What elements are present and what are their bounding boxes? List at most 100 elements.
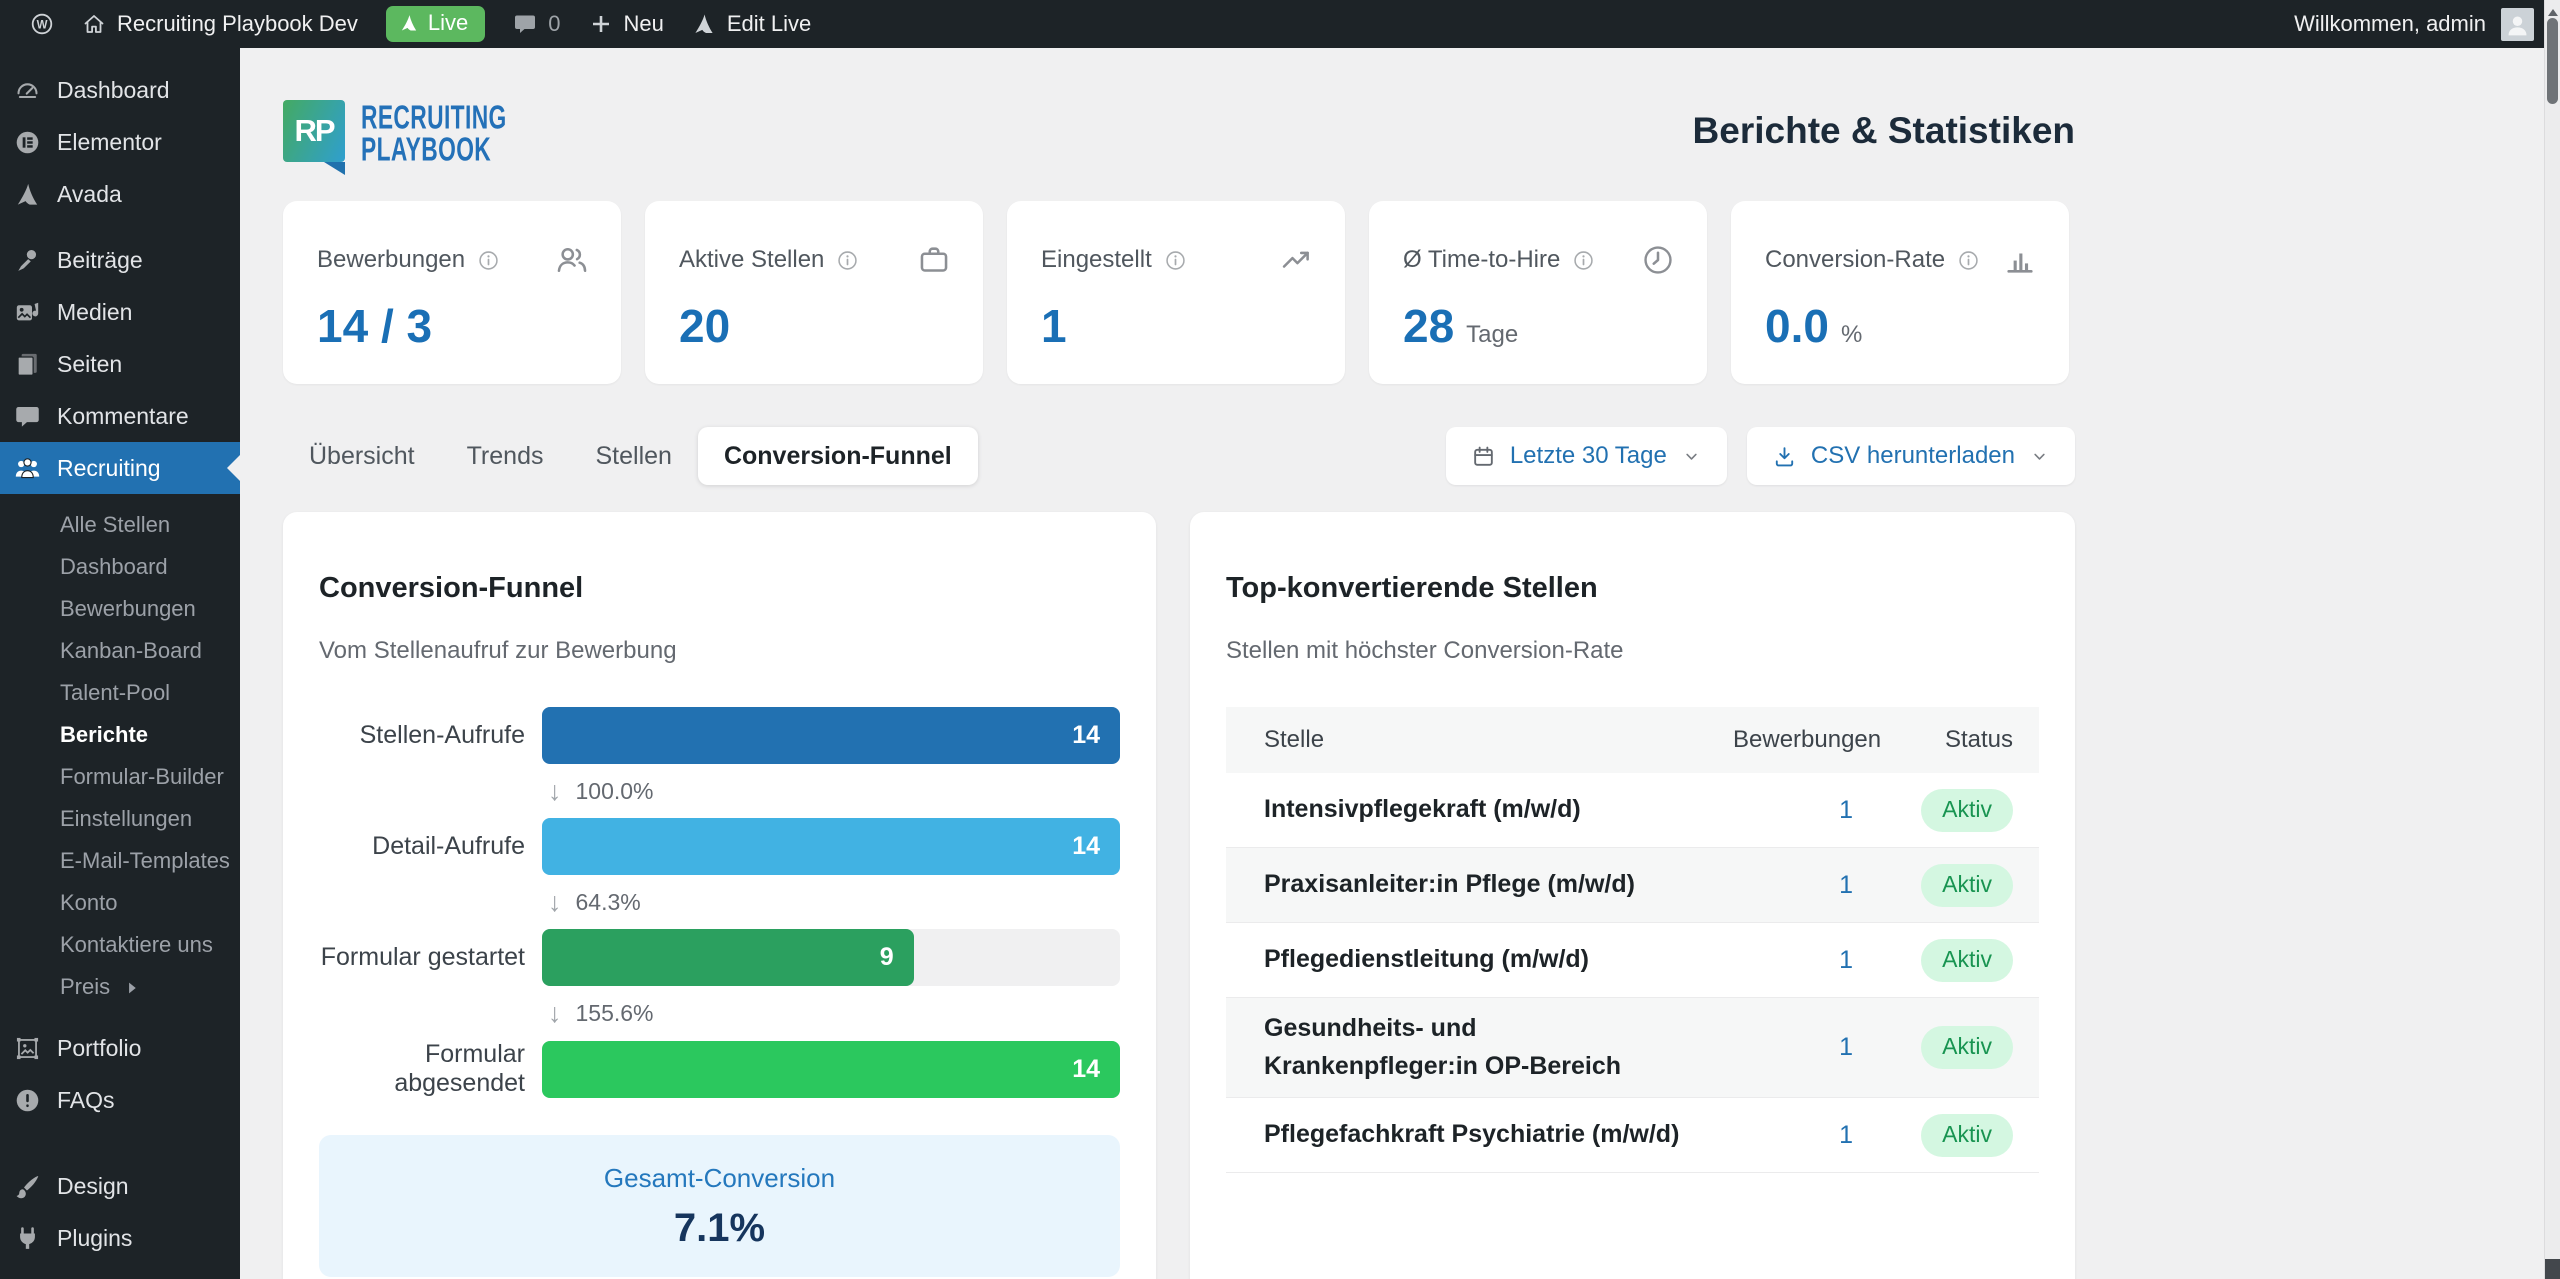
admin-bar-item-0[interactable]: 0 xyxy=(499,0,574,48)
browser-scrollbar[interactable] xyxy=(2544,0,2560,1279)
submenu-item-label: E-Mail-Templates xyxy=(60,848,230,874)
applications-count: 1 xyxy=(1733,1033,1853,1062)
info-icon[interactable] xyxy=(1164,249,1187,272)
toolbar: ÜbersichtTrendsStellenConversion-Funnel … xyxy=(283,427,2075,485)
stat-card-header: Conversion-Rate xyxy=(1765,243,2037,277)
sidebar-item-portfolio[interactable]: Portfolio xyxy=(0,1022,240,1074)
submenu-item-kanban-board[interactable]: Kanban-Board xyxy=(0,630,240,672)
sidebar-item-label: Avada xyxy=(57,181,122,208)
submenu-item-formular-builder[interactable]: Formular-Builder xyxy=(0,756,240,798)
table-row[interactable]: Intensivpflegekraft (m/w/d)1Aktiv xyxy=(1226,773,2039,848)
csv-download-button[interactable]: CSV herunterladen xyxy=(1747,427,2075,485)
conversion-funnel-panel: Conversion-Funnel Vom Stellenaufruf zur … xyxy=(283,512,1156,1279)
trend-icon xyxy=(1279,243,1313,277)
submenu-item-berichte[interactable]: Berichte xyxy=(0,714,240,756)
stat-card-value-row: 1 xyxy=(1041,299,1313,353)
stat-card-header: Bewerbungen xyxy=(317,243,589,277)
submenu-item-label: Preis xyxy=(60,974,110,1000)
table-row[interactable]: Gesundheits- und Krankenpfleger:in OP-Be… xyxy=(1226,998,2039,1098)
stat-card-value: 14 / 3 xyxy=(317,299,432,353)
sidebar-item-benutzer[interactable]: Benutzer xyxy=(0,1264,240,1279)
info-icon[interactable] xyxy=(836,249,859,272)
info-icon[interactable] xyxy=(1957,249,1980,272)
status-badge: Aktiv xyxy=(1921,789,2013,832)
admin-bar-item-wordpress[interactable]: W xyxy=(16,0,68,48)
submenu-item-einstellungen[interactable]: Einstellungen xyxy=(0,798,240,840)
funnel-step-label: Formular abgesendet xyxy=(319,1040,525,1098)
menu-section: BeiträgeMedienSeiten Kommentare Recruiting… xyxy=(0,234,240,1022)
scrollbar-thumb[interactable] xyxy=(2547,18,2558,104)
funnel-title: Conversion-Funnel xyxy=(319,572,1120,605)
scrollbar-up-arrow-icon[interactable] xyxy=(2548,4,2558,16)
scrollbar-bottom[interactable] xyxy=(2545,1259,2560,1279)
job-title: Intensivpflegekraft (m/w/d) xyxy=(1226,779,1733,841)
tab-conversion-funnel[interactable]: Conversion-Funnel xyxy=(698,427,978,485)
admin-bar-item-recruiting-playbook-dev[interactable]: Recruiting Playbook Dev xyxy=(68,0,372,48)
sidebar-item-faqs[interactable]: FAQs xyxy=(0,1074,240,1126)
total-conversion-label: Gesamt-Conversion xyxy=(319,1163,1120,1194)
info-icon[interactable] xyxy=(477,249,500,272)
stat-card-value: 0.0 xyxy=(1765,299,1829,353)
wordpress-icon: W xyxy=(30,12,54,36)
calendar-icon xyxy=(1471,444,1496,469)
stat-card-aktive-stellen: Aktive Stellen20 xyxy=(645,201,983,384)
admin-bar-item-edit-live[interactable]: Edit Live xyxy=(678,0,825,48)
submenu-item-konto[interactable]: Konto xyxy=(0,882,240,924)
sidebar-item-kommentare[interactable]: Kommentare xyxy=(0,390,240,442)
table-header: StelleBewerbungenStatus xyxy=(1226,707,2039,773)
menu-section: Dashboard Elementor Avada xyxy=(0,64,240,220)
sidebar-item-avada[interactable]: Avada xyxy=(0,168,240,220)
submenu-item-e-mail-templates[interactable]: E-Mail-Templates xyxy=(0,840,240,882)
table-row[interactable]: Pflegefachkraft Psychiatrie (m/w/d)1Akti… xyxy=(1226,1098,2039,1173)
info-icon[interactable] xyxy=(1572,249,1595,272)
sidebar-item-dashboard[interactable]: Dashboard xyxy=(0,64,240,116)
admin-bar-item-neu[interactable]: Neu xyxy=(575,0,678,48)
sidebar-item-medien[interactable]: Medien xyxy=(0,286,240,338)
submenu-item-label: Formular-Builder xyxy=(60,764,224,790)
plus-icon xyxy=(589,12,613,36)
table-row[interactable]: Pflegedienstleitung (m/w/d)1Aktiv xyxy=(1226,923,2039,998)
sidebar-item-recruiting[interactable]: Recruiting xyxy=(0,442,240,494)
stat-card-label: Ø Time-to-Hire xyxy=(1403,246,1560,274)
job-title: Pflegefachkraft Psychiatrie (m/w/d) xyxy=(1226,1104,1733,1166)
tab--bersicht[interactable]: Übersicht xyxy=(283,427,441,485)
submenu-item-label: Einstellungen xyxy=(60,806,192,832)
submenu-item-alle-stellen[interactable]: Alle Stellen xyxy=(0,504,240,546)
job-title: Gesundheits- und Krankenpfleger:in OP-Be… xyxy=(1226,998,1733,1097)
top-jobs-title: Top-konvertierende Stellen xyxy=(1226,572,2039,605)
tab-trends[interactable]: Trends xyxy=(441,427,570,485)
sidebar-item-seiten[interactable]: Seiten xyxy=(0,338,240,390)
sidebar-item-plugins[interactable]: Plugins xyxy=(0,1212,240,1264)
funnel-drop-rate: ↓100.0% xyxy=(548,777,1120,805)
admin-bar-item-live[interactable]: Live xyxy=(372,0,499,48)
sidebar-item-label: Kommentare xyxy=(57,403,189,430)
date-range-button[interactable]: Letzte 30 Tage xyxy=(1446,427,1727,485)
tab-stellen[interactable]: Stellen xyxy=(569,427,697,485)
logo-monogram: RP xyxy=(294,113,333,149)
applications-count: 1 xyxy=(1733,946,1853,975)
applications-count: 1 xyxy=(1733,871,1853,900)
groups-icon xyxy=(14,455,41,482)
sidebar-item-beitr-ge[interactable]: Beiträge xyxy=(0,234,240,286)
sidebar-item-design[interactable]: Design xyxy=(0,1160,240,1212)
table-row[interactable]: Praxisanleiter:in Pflege (m/w/d)1Aktiv xyxy=(1226,848,2039,923)
stat-card-label: Bewerbungen xyxy=(317,246,465,274)
funnel-bar-track: 14 xyxy=(542,707,1120,764)
funnel-row: Formular gestartet9 xyxy=(319,929,1120,986)
stat-card-bewerbungen: Bewerbungen 14 / 3 xyxy=(283,201,621,384)
sidebar-item-label: Dashboard xyxy=(57,77,170,104)
submenu-item-preis[interactable]: Preis xyxy=(0,966,240,1008)
submenu-item-bewerbungen[interactable]: Bewerbungen xyxy=(0,588,240,630)
submenu-item-talent-pool[interactable]: Talent-Pool xyxy=(0,672,240,714)
avatar[interactable] xyxy=(2501,8,2534,41)
sidebar-item-elementor[interactable]: Elementor xyxy=(0,116,240,168)
stat-card-value: 20 xyxy=(679,299,730,353)
sidebar-item-label: Design xyxy=(57,1173,129,1200)
submenu-item-label: Kontaktiere uns xyxy=(60,932,213,958)
recruiting-submenu: Alle StellenDashboardBewerbungenKanban-B… xyxy=(0,494,240,1022)
stat-card-conversion-rate: Conversion-Rate0.0% xyxy=(1731,201,2069,384)
avada-icon xyxy=(692,12,716,36)
submenu-item-dashboard[interactable]: Dashboard xyxy=(0,546,240,588)
submenu-item-kontaktiere-uns[interactable]: Kontaktiere uns xyxy=(0,924,240,966)
stat-card-value-row: 20 xyxy=(679,299,951,353)
